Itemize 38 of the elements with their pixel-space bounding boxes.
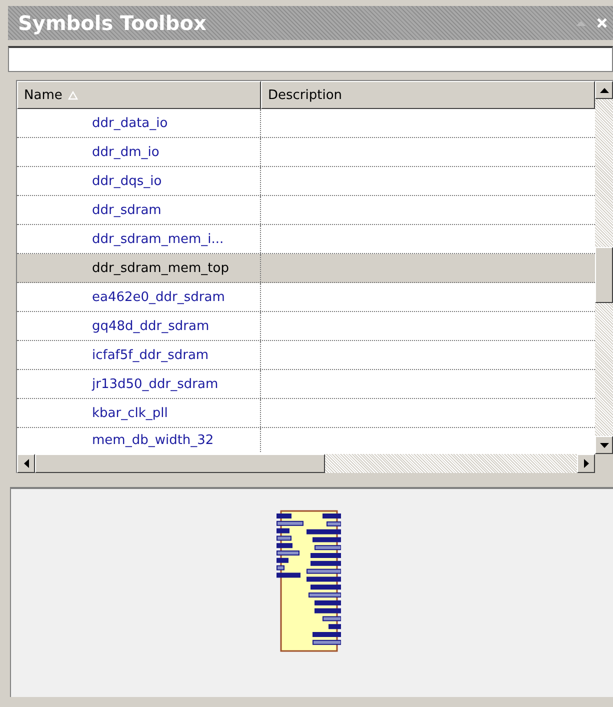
table-row[interactable]: ddr_sdram_mem_top <box>17 254 595 283</box>
right-arrow-icon <box>584 459 588 468</box>
symbol-name: icfaf5f_ddr_sdram <box>92 348 209 362</box>
table-row[interactable]: ddr_dqs_io <box>17 167 595 196</box>
search-field[interactable] <box>8 46 613 72</box>
symbol-name: ddr_sdram_mem_top <box>92 260 229 276</box>
up-arrow-icon <box>600 88 608 92</box>
column-header[interactable]: Description <box>261 81 595 109</box>
table-row[interactable]: ea462e0_ddr_sdram <box>17 283 595 312</box>
table-row[interactable]: icfaf5f_ddr_sdram <box>17 341 595 370</box>
column-header[interactable]: Name <box>17 81 261 109</box>
table-row[interactable]: ddr_data_io <box>17 109 595 138</box>
symbol-name: ea462e0_ddr_sdram <box>92 290 225 304</box>
scroll-down-button[interactable] <box>595 436 613 454</box>
scroll-up-button[interactable] <box>595 81 613 99</box>
table-row[interactable]: ddr_dm_io <box>17 138 595 167</box>
symbol-name: jr13d50_ddr_sdram <box>92 376 218 392</box>
symbol-name: gq48d_ddr_sdram <box>92 318 210 334</box>
window-title: Symbols Toolbox <box>18 11 206 35</box>
symbol-name: kbar_clk_pll <box>92 406 168 420</box>
symbol-name: ddr_dm_io <box>92 144 160 160</box>
scroll-thumb[interactable] <box>595 247 613 303</box>
table-row[interactable]: kbar_clk_pll <box>17 399 595 428</box>
scroll-left-button[interactable] <box>17 454 35 473</box>
symbol-name: ddr_sdram <box>92 202 162 218</box>
left-arrow-icon <box>24 459 28 468</box>
scroll-right-button[interactable] <box>577 454 595 473</box>
symbol-name: ddr_sdram_mem_i... <box>92 232 224 246</box>
symbol-name: ddr_dqs_io <box>92 174 162 188</box>
close-icon[interactable] <box>597 18 607 28</box>
down-arrow-icon <box>600 442 608 448</box>
symbol-name: ddr_data_io <box>92 116 168 130</box>
scroll-thumb[interactable] <box>35 454 325 473</box>
table-row[interactable]: jr13d50_ddr_sdram <box>17 370 595 399</box>
table-row[interactable]: gq48d_ddr_sdram <box>17 312 595 341</box>
table-row[interactable]: mem_db_width_32 <box>17 428 595 452</box>
symbol-name: mem_db_width_32 <box>92 432 214 448</box>
table-row[interactable]: ddr_sdram <box>17 196 595 225</box>
